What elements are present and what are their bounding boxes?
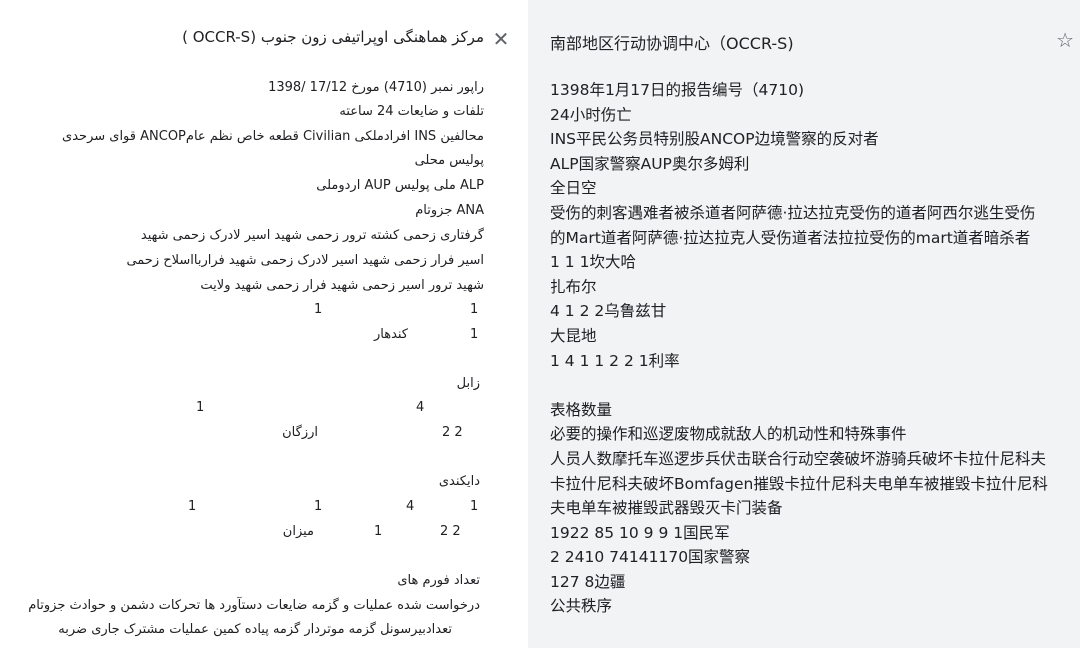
source-cell: 2 2 <box>440 524 461 539</box>
translation-line: 大昆地 <box>550 326 597 345</box>
source-cell: 1 <box>314 302 323 317</box>
source-cell: 1 <box>188 499 197 514</box>
source-header: مرکز هماهنگی اوپراتیفی زون جنوب (OCCR-S … <box>182 28 484 46</box>
source-line: درخواست شده عملیات و گزمه ضایعات دستآورد… <box>28 598 480 613</box>
source-cell: ارزگان <box>282 425 318 440</box>
source-cell: 1 <box>470 327 479 342</box>
source-cell: 1 <box>470 499 479 514</box>
translation-line: 必要的操作和巡逻废物成就敌人的机动性和特殊事件 <box>550 425 907 444</box>
translation-line: 24小时伤亡 <box>550 105 632 124</box>
source-cell: کندهار <box>373 327 408 342</box>
source-line: راپور نمبر (4710) مورخ 17/12 /1398 <box>268 80 484 95</box>
source-cell: 2 2 <box>442 425 463 440</box>
translation-line: 1 1 1坎大哈 <box>550 253 636 272</box>
source-line: گرفتاری زحمی کشته ترور زحمی شهید اسیر لا… <box>140 228 484 243</box>
source-line: زابل <box>456 376 480 391</box>
source-line: شهید ترور اسیر زحمی شهید فرار زحمی شهید … <box>200 278 484 293</box>
source-text-panel[interactable]: ✕ مرکز هماهنگی اوپراتیفی زون جنوب (OCCR-… <box>0 0 528 648</box>
translation-line: 公共秩序 <box>550 597 613 616</box>
source-line: تعداد فورم های <box>397 573 480 588</box>
translation-line: 人员人数摩托车巡逻步兵伏击联合行动空袭破坏游骑兵破坏卡拉什尼科夫卡拉什尼科夫破坏… <box>550 449 1048 518</box>
source-line: تعدادبیرسونل گزمه موتردار گزمه پیاده کمی… <box>58 622 452 637</box>
close-icon[interactable]: ✕ <box>490 28 512 50</box>
translation-line: 扎布尔 <box>550 277 597 296</box>
source-cell: میزان <box>282 524 314 539</box>
source-line: پولیس محلی <box>414 153 484 168</box>
translation-line: 1398年1月17日的报告编号（4710) <box>550 81 805 99</box>
translation-line: 127 8边疆 <box>550 572 626 591</box>
translation-line: 表格数量 <box>550 400 613 419</box>
source-line: ANA جزوتام <box>415 203 484 218</box>
translation-line: 1922 85 10 9 9 1国民军 <box>550 523 730 542</box>
source-cell: 1 <box>196 400 205 415</box>
source-line: دایکندی <box>438 474 480 489</box>
translation-line: 1 4 1 1 2 2 1利率 <box>550 351 680 370</box>
source-cell: 1 <box>374 524 383 539</box>
source-line: ALP ملی پولیس AUP اردوملی <box>316 178 484 193</box>
source-cell: 1 <box>314 499 323 514</box>
translation-panel[interactable]: 南部地区行动协调中心（OCCR-S) ☆ 1398年1月17日的报告编号（471… <box>528 0 1080 648</box>
source-cell: 1 <box>470 302 479 317</box>
source-cell: 4 <box>406 499 415 514</box>
source-line: تلفات و ضایعات 24 ساعته <box>339 104 484 119</box>
translation-line: 受伤的刺客遇难者被杀道者阿萨德·拉达拉克受伤的道者阿西尔逃生受伤的Mart道者阿… <box>550 203 1036 247</box>
translation-body[interactable]: 1398年1月17日的报告编号（4710) 24小时伤亡 INS平民公务员特别股… <box>550 78 1050 619</box>
translation-line: ALP国家警察AUP奥尔多姆利 <box>550 154 750 173</box>
star-icon[interactable]: ☆ <box>1056 28 1074 52</box>
translation-line: 全日空 <box>550 179 597 198</box>
translation-header: 南部地区行动协调中心（OCCR-S) <box>550 34 794 53</box>
source-line: محالفین INS افرادملکی Civilian قطعه خاص … <box>62 129 484 144</box>
translation-line: 2 2410 74141170国家警察 <box>550 548 751 567</box>
source-line: اسیر فرار زحمی شهید اسیر لادرک زحمی شهید… <box>126 253 484 268</box>
translation-blank-line <box>550 373 1050 398</box>
source-cell: 4 <box>416 400 425 415</box>
translation-line: INS平民公务员特别股ANCOP边境警察的反对者 <box>550 130 879 149</box>
translation-line: 4 1 2 2乌鲁兹甘 <box>550 302 667 321</box>
